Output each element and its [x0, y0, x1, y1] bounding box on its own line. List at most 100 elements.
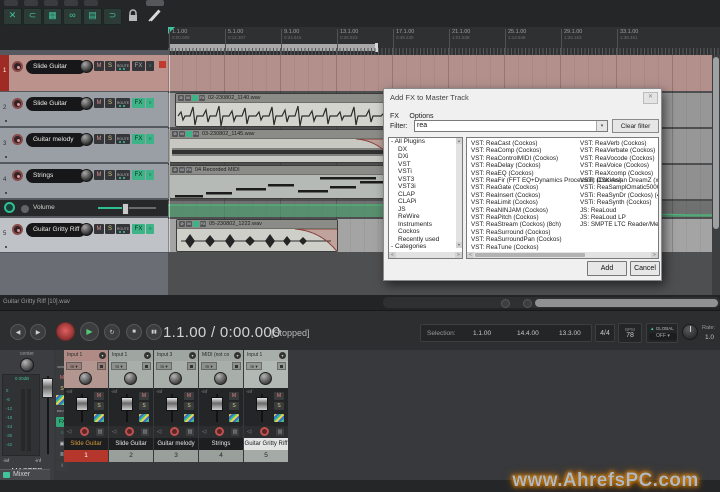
plugin-entry[interactable]: VSTi: DSK Asian DreamZ (x86) (DSK M — [580, 177, 658, 184]
clear-filter-button[interactable]: Clear filter — [612, 119, 659, 133]
strip-number[interactable]: 1 — [64, 450, 108, 462]
monitor-icon[interactable]: ◁ — [157, 429, 161, 435]
filter-input[interactable]: rea ▾ — [414, 120, 608, 132]
in-button[interactable]: In ▾ — [66, 362, 82, 370]
plugin-entry[interactable]: VST: ReaVerbate (Cockos) — [580, 147, 658, 154]
record-arm-button[interactable] — [12, 224, 23, 235]
item-fx-icon[interactable]: FX — [200, 221, 206, 227]
item-mute-icon[interactable]: M — [179, 167, 185, 173]
item-mute-icon[interactable]: M — [185, 95, 191, 101]
selection-end[interactable]: 14.4.00 — [517, 330, 539, 337]
pause-button[interactable]: ▮▮ — [146, 324, 162, 340]
solo-button[interactable]: S — [94, 402, 104, 410]
fx-power-icon[interactable]: ○ — [146, 61, 154, 71]
tree-item[interactable]: DX — [389, 146, 462, 154]
envelope-arm-icon[interactable] — [4, 202, 15, 213]
strip-number[interactable]: 5 — [244, 450, 288, 462]
razor-edit-icon[interactable]: ✕ — [3, 8, 22, 25]
time-signature[interactable]: 4/4 — [595, 324, 615, 342]
item-lock-icon[interactable]: ⊘ — [178, 95, 184, 101]
scroll-right-icon[interactable]: > — [455, 252, 462, 258]
tree-item[interactable]: VST — [389, 161, 462, 169]
route-button[interactable]: ROUTE — [116, 224, 130, 234]
bpm-box[interactable]: BPM 78 — [618, 323, 642, 343]
item-group-icon[interactable] — [193, 221, 199, 227]
repeat-button[interactable]: ↻ — [104, 324, 120, 340]
add-button[interactable]: Add — [587, 261, 627, 276]
snap-magnet-icon[interactable]: ⊃ — [103, 8, 122, 25]
volume-fader-thumb[interactable] — [166, 397, 178, 411]
loop-selection-bar[interactable] — [169, 43, 378, 52]
record-arm-button[interactable] — [12, 170, 23, 181]
mixer-strip-2[interactable]: Input 1 ▾ In ▾ -inf M S ◁ ▨ Slide Guitar … — [109, 350, 153, 468]
fx-button[interactable]: FX — [132, 170, 145, 180]
volume-fader-thumb[interactable] — [211, 397, 223, 411]
save-icon[interactable] — [97, 362, 106, 370]
scroll-down-icon[interactable]: ▼ — [456, 242, 462, 248]
plugin-entry[interactable]: VST: ReaSurroundPan (Cockos) — [471, 236, 622, 243]
in-button[interactable]: In ▾ — [156, 362, 172, 370]
add-fx-dialog[interactable]: Add FX to Master Track ✕ FX Options Filt… — [383, 88, 662, 281]
pan-knob[interactable] — [259, 372, 272, 385]
global-automation-box[interactable]: ▲ GLOBAL OFF ▾ — [646, 323, 678, 343]
strip-name[interactable]: Strings — [199, 438, 243, 450]
input-select[interactable]: Input 1 ▾ — [64, 350, 108, 361]
mute-button[interactable]: M — [94, 134, 104, 144]
monitor-icon[interactable]: ◁ — [112, 429, 116, 435]
routing-icon[interactable]: ▨ — [141, 428, 149, 436]
fx-button[interactable]: FX — [132, 98, 145, 108]
solo-button[interactable]: S — [229, 402, 239, 410]
envelope-tool-icon[interactable]: ⊂ — [23, 8, 42, 25]
item-mute-icon[interactable]: M — [179, 131, 185, 137]
mute-button[interactable]: M — [229, 392, 239, 400]
scroll-right-icon[interactable]: > — [651, 252, 658, 258]
item-fx-icon[interactable]: FX — [193, 131, 199, 137]
media-item-audio-2[interactable]: ⊘ M FX 03-230802_1145.wav — [169, 129, 395, 163]
fx-power-icon[interactable]: ○ — [146, 224, 154, 234]
close-icon[interactable]: ✕ — [643, 92, 658, 104]
input-select[interactable]: Input 1 ▾ — [244, 350, 288, 361]
pan-knob[interactable] — [214, 372, 227, 385]
play-button[interactable]: ▶ — [80, 322, 99, 341]
tree-item[interactable]: ReWire — [389, 213, 462, 221]
selection-start[interactable]: 1.1.00 — [473, 330, 491, 337]
fx-button[interactable]: FX — [132, 61, 145, 71]
track-name[interactable]: Guitar Gritty Riff — [26, 223, 86, 237]
tree-item[interactable]: Recently used — [389, 236, 462, 244]
theme-stripes-icon[interactable] — [274, 414, 284, 422]
scroll-left-icon[interactable]: < — [467, 252, 474, 258]
plugin-entry[interactable]: VSTi: ReaSamplOmatic5000 (Cockos) — [580, 184, 658, 191]
fx-power-icon[interactable]: ○ — [146, 134, 154, 144]
item-fx-icon[interactable]: FX — [199, 95, 205, 101]
mute-button[interactable]: M — [94, 170, 104, 180]
master-fader[interactable] — [42, 374, 53, 456]
strip-number[interactable]: 4 — [199, 450, 243, 462]
plugin-entry[interactable]: JS: ReaLoud — [580, 207, 658, 214]
solo-button[interactable]: S — [274, 402, 284, 410]
bpm-value[interactable]: 78 — [626, 332, 634, 340]
scrollbar-thumb[interactable] — [535, 298, 718, 307]
volume-fader-thumb[interactable] — [256, 397, 268, 411]
item-lock-icon[interactable]: ⊘ — [179, 221, 185, 227]
save-icon[interactable] — [232, 362, 241, 370]
solo-button[interactable]: S — [105, 61, 115, 71]
solo-button[interactable]: S — [105, 170, 115, 180]
pan-knob[interactable] — [79, 372, 92, 385]
plugin-entry[interactable]: VST: ReaSurround (Cockos) — [471, 229, 622, 236]
record-arm-button[interactable] — [12, 134, 23, 145]
tree-item[interactable]: DXi — [389, 153, 462, 161]
mute-button[interactable]: M — [94, 224, 104, 234]
theme-stripes-icon[interactable] — [94, 414, 104, 422]
solo-button[interactable]: S — [139, 402, 149, 410]
solo-button[interactable]: S — [105, 134, 115, 144]
track-row-3[interactable]: 3 Guitar melody M S ROUTE FX ○ — [0, 128, 168, 162]
tree-vertical-scrollbar[interactable]: ▲ ▼ — [456, 138, 462, 248]
master-fader-thumb[interactable] — [42, 378, 53, 398]
list-horizontal-scrollbar[interactable]: < > — [467, 252, 658, 258]
tree-item[interactable]: JS — [389, 206, 462, 214]
mixer-strip-5[interactable]: Input 1 ▾ In ▾ -inf M S ◁ ▨ Guitar Gritty… — [244, 350, 288, 468]
pan-knob[interactable] — [169, 372, 182, 385]
pan-knob[interactable] — [124, 372, 137, 385]
item-mute-icon[interactable]: M — [186, 221, 192, 227]
mute-button[interactable]: M — [94, 392, 104, 400]
